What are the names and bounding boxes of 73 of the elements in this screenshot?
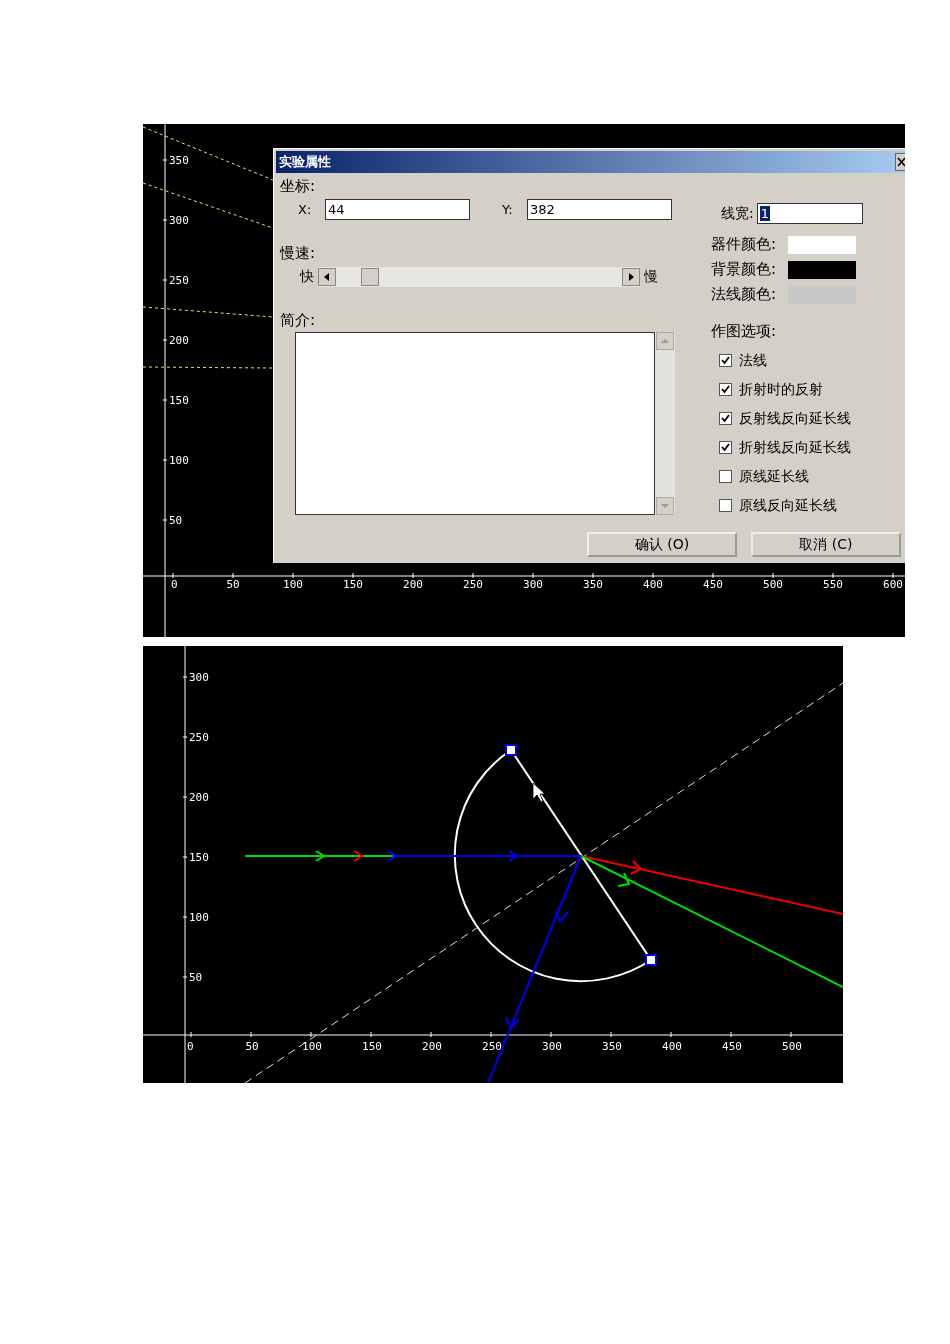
axis-label: 0 [171, 578, 178, 591]
checkbox[interactable] [719, 470, 732, 483]
field-label: Y: [502, 201, 514, 217]
window-title: 实验属性 [278, 153, 331, 171]
axis-label: 200 [403, 578, 423, 591]
color-label: 法线颜色: [711, 285, 777, 304]
color-label: 背景颜色: [711, 260, 777, 279]
section-label: 慢速: [280, 244, 317, 263]
section-label: 简介: [280, 311, 317, 330]
field-label: 线宽: [721, 204, 754, 223]
color-swatch[interactable] [788, 235, 857, 254]
axis-label: 250 [482, 1040, 502, 1053]
option-label: 法线 [739, 351, 767, 370]
checkbox[interactable] [719, 499, 732, 512]
axis-label: 200 [189, 791, 209, 804]
axis-label: 300 [169, 214, 189, 227]
field-label: X: [298, 201, 313, 217]
axis-label: 50 [169, 514, 183, 527]
checkbox[interactable] [719, 441, 732, 454]
checkbox[interactable] [719, 383, 732, 396]
axis-label: 100 [302, 1040, 322, 1053]
y-field[interactable]: 382 [527, 198, 672, 220]
option-label: 反射线反向延长线 [739, 409, 851, 428]
axis-label: 450 [703, 578, 723, 591]
color-swatch[interactable] [788, 260, 857, 279]
axis-label: 300 [189, 671, 209, 684]
axis-label: 50 [226, 578, 240, 591]
axis-label: 150 [169, 394, 189, 407]
color-label: 器件颜色: [711, 235, 777, 254]
axis-label: 500 [782, 1040, 802, 1053]
axis-label: 200 [422, 1040, 442, 1053]
slider-thumb[interactable] [361, 268, 380, 286]
axis-label: 500 [763, 578, 783, 591]
axis-label: 150 [189, 851, 209, 864]
axis-label: 350 [583, 578, 603, 591]
axis-label: 600 [883, 578, 903, 591]
slider-label: 快 [300, 268, 314, 286]
axis-label: 250 [189, 731, 209, 744]
checkbox[interactable] [719, 412, 732, 425]
axis-label: 350 [169, 154, 189, 167]
axis-label: 150 [343, 578, 363, 591]
checkbox[interactable] [719, 354, 732, 367]
axis-label: 100 [283, 578, 303, 591]
axis-label: 550 [823, 578, 843, 591]
cursor-icon [532, 782, 546, 803]
option-label: 原线延长线 [739, 467, 809, 486]
dialog-button[interactable]: 取消 (C) [751, 532, 901, 557]
axis-label: 0 [187, 1040, 194, 1053]
axis-label: 100 [169, 454, 189, 467]
axis-label: 250 [169, 274, 189, 287]
option-label: 原线反向延长线 [739, 496, 837, 515]
axis-label: 50 [245, 1040, 259, 1053]
option-label: 折射时的反射 [739, 380, 823, 399]
axis-label: 250 [463, 578, 483, 591]
axis-label: 150 [362, 1040, 382, 1053]
option-label: 折射线反向延长线 [739, 438, 851, 457]
axis-label: 350 [602, 1040, 622, 1053]
axis-label: 300 [523, 578, 543, 591]
axis-label: 100 [189, 911, 209, 924]
axis-label: 300 [542, 1040, 562, 1053]
dialog-button[interactable]: 确认 (O) [587, 532, 737, 557]
slider-label: 慢 [644, 268, 658, 286]
section-label: 作图选项: [711, 322, 778, 341]
close-icon[interactable] [895, 153, 905, 171]
axis-label: 400 [643, 578, 663, 591]
axis-label: 400 [662, 1040, 682, 1053]
section-label: 坐标: [280, 177, 317, 196]
axis-label: 50 [189, 971, 203, 984]
speed-slider[interactable] [318, 267, 640, 287]
line-width-field[interactable]: 1 [756, 203, 863, 224]
axis-label: 450 [722, 1040, 742, 1053]
axis-label: 200 [169, 334, 189, 347]
x-field[interactable]: 44 [325, 198, 470, 220]
